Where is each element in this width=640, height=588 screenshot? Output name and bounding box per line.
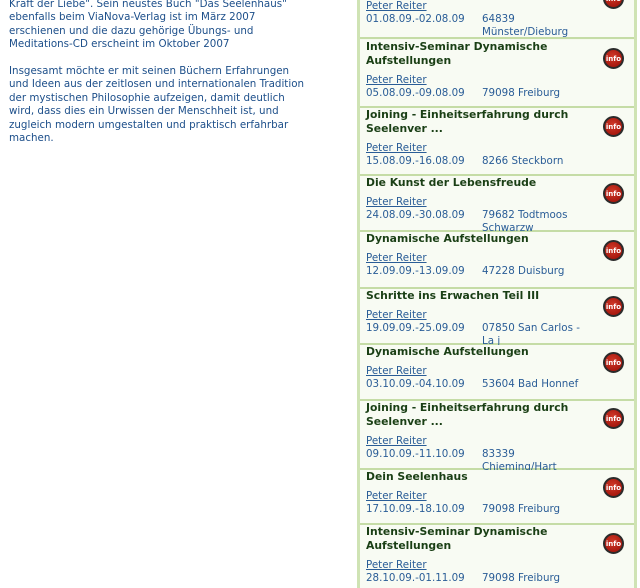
event-item: Dynamische Aufstellungen Peter Reiter 12… — [360, 232, 634, 289]
info-icon[interactable]: info — [603, 48, 624, 69]
info-icon[interactable]: info — [603, 352, 624, 373]
event-title[interactable]: Intensiv-Seminar Dynamische Aufstellunge… — [366, 525, 580, 553]
info-icon[interactable]: info — [603, 533, 624, 554]
event-author-link[interactable]: Peter Reiter — [366, 365, 427, 378]
event-meta: 28.10.09.-01.11.09 79098 Freiburg — [366, 572, 634, 585]
event-date: 12.09.09.-13.09.09 — [366, 265, 465, 277]
event-author-link[interactable]: Peter Reiter — [366, 196, 427, 209]
event-title[interactable]: Schritte ins Erwachen Teil III — [366, 289, 580, 303]
event-title[interactable]: Joining - Einheitserfahrung durch Seelen… — [366, 401, 580, 429]
event-date: 01.08.09.-02.08.09 — [366, 13, 465, 25]
event-meta: 01.08.09.-02.08.09 64839 Münster/Dieburg — [366, 13, 634, 39]
event-item: Peter Reiter 01.08.09.-02.08.09 64839 Mü… — [360, 0, 634, 39]
event-meta: 03.10.09.-04.10.09 53604 Bad Honnef — [366, 378, 634, 391]
info-icon[interactable]: info — [603, 408, 624, 429]
event-meta: 15.08.09.-16.08.09 8266 Steckborn — [366, 155, 634, 168]
event-author-link[interactable]: Peter Reiter — [366, 252, 427, 265]
event-date: 28.10.09.-01.11.09 — [366, 572, 465, 584]
event-title[interactable]: Dynamische Aufstellungen — [366, 232, 580, 246]
event-title[interactable]: Joining - Einheitserfahrung durch Seelen… — [366, 108, 580, 136]
event-item: Dynamische Aufstellungen Peter Reiter 03… — [360, 345, 634, 401]
info-icon[interactable]: info — [603, 477, 624, 498]
event-author-link[interactable]: Peter Reiter — [366, 74, 427, 87]
info-icon[interactable]: info — [603, 0, 624, 9]
event-title[interactable]: Die Kunst der Lebensfreude — [366, 176, 580, 190]
event-date: 03.10.09.-04.10.09 — [366, 378, 465, 390]
event-date: 17.10.09.-18.10.09 — [366, 503, 465, 515]
event-place: 8266 Steckborn — [482, 155, 564, 167]
event-author-link[interactable]: Peter Reiter — [366, 435, 427, 448]
event-author-link[interactable]: Peter Reiter — [366, 559, 427, 572]
info-icon[interactable]: info — [603, 240, 624, 261]
bio-paragraph: Kraft der Liebe". Sein neustes Buch "Das… — [9, 0, 287, 51]
event-place: 79098 Freiburg — [482, 572, 561, 584]
event-place: 47228 Duisburg — [482, 265, 565, 277]
event-date: 15.08.09.-16.08.09 — [366, 155, 465, 167]
event-place: 79098 Freiburg — [482, 503, 561, 515]
event-meta: 05.08.09.-09.08.09 79098 Freiburg — [366, 87, 634, 100]
info-icon[interactable]: info — [603, 296, 624, 317]
info-icon[interactable]: info — [603, 116, 624, 137]
event-item: Dein Seelenhaus Peter Reiter 17.10.09.-1… — [360, 470, 634, 525]
event-title[interactable]: Dynamische Aufstellungen — [366, 345, 580, 359]
event-place: 79098 Freiburg — [482, 87, 561, 99]
event-author-link[interactable]: Peter Reiter — [366, 142, 427, 155]
author-bio: Kraft der Liebe". Sein neustes Buch "Das… — [9, 0, 309, 159]
event-meta: 17.10.09.-18.10.09 79098 Freiburg — [366, 503, 634, 516]
event-author-link[interactable]: Peter Reiter — [366, 309, 427, 322]
event-author-link[interactable]: Peter Reiter — [366, 490, 427, 503]
event-item: Die Kunst der Lebensfreude Peter Reiter … — [360, 176, 634, 234]
bio-paragraph: Insgesamt möchte er mit seinen Büchern E… — [9, 65, 305, 145]
event-place: 53604 Bad Honnef — [482, 378, 579, 390]
event-author-link[interactable]: Peter Reiter — [366, 0, 427, 13]
event-item: Intensiv-Seminar Dynamische Aufstellunge… — [360, 40, 634, 108]
event-title[interactable]: Intensiv-Seminar Dynamische Aufstellunge… — [366, 40, 580, 68]
event-date: 05.08.09.-09.08.09 — [366, 87, 465, 99]
event-item: Schritte ins Erwachen Teil III Peter Rei… — [360, 289, 634, 347]
event-item: Intensiv-Seminar Dynamische Aufstellunge… — [360, 525, 634, 588]
event-item: Joining - Einheitserfahrung durch Seelen… — [360, 108, 634, 176]
info-icon[interactable]: info — [603, 183, 624, 204]
event-item: Joining - Einheitserfahrung durch Seelen… — [360, 401, 634, 473]
event-place: 64839 Münster/Dieburg — [482, 13, 569, 38]
event-meta: 12.09.09.-13.09.09 47228 Duisburg — [366, 265, 634, 278]
event-title[interactable]: Dein Seelenhaus — [366, 470, 580, 484]
